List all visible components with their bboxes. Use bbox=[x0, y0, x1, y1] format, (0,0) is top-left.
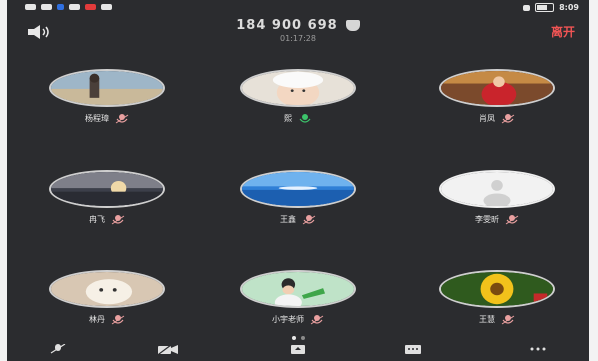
alarm-icon bbox=[523, 4, 531, 11]
notification-icon bbox=[85, 4, 96, 10]
battery-icon bbox=[535, 3, 555, 12]
mic-muted-icon bbox=[302, 214, 316, 224]
mic-muted-icon bbox=[115, 113, 129, 123]
more-icon bbox=[530, 347, 546, 351]
bottom-toolbar bbox=[7, 344, 589, 361]
participant-name: 林丹 bbox=[89, 315, 105, 324]
participant-tile[interactable]: 冉飞 bbox=[17, 170, 197, 250]
mic-muted-icon bbox=[310, 314, 324, 324]
participant-name: 王慧 bbox=[479, 315, 495, 324]
mic-muted-icon bbox=[501, 314, 515, 324]
participant-tile[interactable]: 李雯昕 bbox=[407, 170, 587, 250]
app-notification-icon bbox=[57, 4, 64, 10]
meeting-id: 184 900 698 bbox=[236, 18, 338, 33]
mic-muted-icon bbox=[501, 113, 515, 123]
leave-button[interactable]: 离开 bbox=[551, 23, 575, 40]
mic-off-icon bbox=[50, 344, 66, 354]
meeting-header: 184 900 698 01:17:28 离开 bbox=[7, 18, 589, 46]
mic-muted-icon bbox=[111, 314, 125, 324]
participant-tile[interactable]: 杨程璋 bbox=[17, 69, 197, 149]
avatar bbox=[49, 170, 165, 208]
avatar bbox=[49, 69, 165, 107]
sim-icon bbox=[25, 4, 36, 10]
mic-muted-icon bbox=[505, 214, 519, 224]
meeting-timer: 01:17:28 bbox=[280, 34, 316, 43]
user-icon bbox=[101, 4, 112, 10]
participant-name: 杨程璋 bbox=[85, 114, 109, 123]
avatar bbox=[240, 270, 356, 308]
status-icons-right: 8:09 bbox=[523, 3, 579, 12]
wechat-icon bbox=[69, 4, 80, 10]
page-dot[interactable] bbox=[300, 336, 305, 340]
mute-button[interactable] bbox=[47, 344, 69, 361]
video-button[interactable] bbox=[157, 344, 179, 361]
status-bar: 8:09 bbox=[7, 0, 589, 18]
share-screen-icon bbox=[291, 345, 305, 354]
avatar bbox=[240, 170, 356, 208]
page-indicator[interactable] bbox=[7, 336, 589, 340]
signal-icon bbox=[41, 4, 52, 10]
participant-name: 冉飞 bbox=[89, 215, 105, 224]
participants-button[interactable] bbox=[402, 344, 424, 361]
clock: 8:09 bbox=[559, 3, 579, 12]
participant-name: 王鑫 bbox=[280, 215, 296, 224]
page-dot-active[interactable] bbox=[291, 336, 296, 340]
avatar bbox=[49, 270, 165, 308]
more-button[interactable] bbox=[527, 344, 549, 361]
chat-icon bbox=[405, 345, 421, 354]
avatar bbox=[240, 69, 356, 107]
participant-name: 小宇老师 bbox=[272, 315, 304, 324]
participant-tile[interactable]: 熙 bbox=[208, 69, 388, 149]
meeting-info[interactable]: 184 900 698 bbox=[236, 18, 360, 33]
participant-tile[interactable]: 肖凤 bbox=[407, 69, 587, 149]
camera-off-icon bbox=[158, 344, 178, 354]
mic-muted-icon bbox=[111, 214, 125, 224]
avatar bbox=[439, 270, 555, 308]
meeting-screen: 8:09 184 900 698 01:17:28 离开 杨程璋 熙 肖凤 冉飞… bbox=[7, 0, 589, 361]
status-icons-left bbox=[25, 4, 112, 10]
participant-tile[interactable]: 王鑫 bbox=[208, 170, 388, 250]
participant-name: 肖凤 bbox=[479, 114, 495, 123]
participant-name: 李雯昕 bbox=[475, 215, 499, 224]
participant-name: 熙 bbox=[284, 114, 292, 123]
avatar bbox=[439, 69, 555, 107]
share-screen-button[interactable] bbox=[287, 344, 309, 361]
mic-active-icon bbox=[299, 113, 311, 123]
shield-icon bbox=[345, 20, 360, 31]
avatar bbox=[439, 170, 555, 208]
